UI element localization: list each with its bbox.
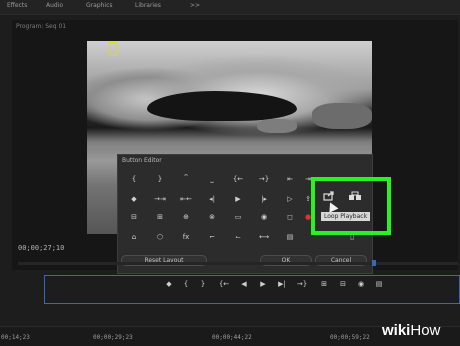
- multi-camera-icon[interactable]: ▤: [279, 230, 301, 244]
- tooltip: Loop Playback: [321, 212, 371, 221]
- current-timecode: 00;00;27;10: [18, 244, 65, 252]
- ruler-timecode: 00;14;23: [1, 334, 30, 341]
- clear-in-icon[interactable]: ⎵: [201, 172, 223, 186]
- go-to-out-icon[interactable]: →}: [253, 172, 275, 186]
- insert-icon[interactable]: ⊟: [123, 210, 145, 224]
- tab-overflow[interactable]: >>: [190, 2, 200, 9]
- play-icon[interactable]: ▶: [257, 278, 269, 289]
- fx-icon[interactable]: fx: [175, 230, 197, 244]
- mark-in-icon[interactable]: {: [123, 172, 145, 186]
- loop-playback-icon[interactable]: [318, 189, 340, 203]
- go-to-previous-marker-icon[interactable]: ⇤←: [175, 192, 197, 206]
- step-back-icon[interactable]: ◀: [238, 278, 250, 289]
- snap-guides-icon[interactable]: ⟷: [253, 230, 275, 244]
- watermark-how: How: [410, 322, 441, 339]
- tab-effects[interactable]: Effects: [7, 2, 27, 9]
- comparison-view-icon[interactable]: ▤: [373, 278, 385, 289]
- rock: [312, 103, 372, 129]
- export-frame-icon[interactable]: ◉: [253, 210, 275, 224]
- workspace-tabs: Effects Audio Graphics Libraries >>: [0, 0, 460, 15]
- ruler-timecode: 00;00;29;23: [93, 334, 133, 341]
- watermark-wiki: wiki: [382, 322, 411, 339]
- multi-cam-icon: [349, 191, 361, 200]
- wikihow-watermark: wikiHow: [382, 322, 440, 339]
- go-to-in-icon[interactable]: {←: [227, 172, 249, 186]
- export-frame-icon[interactable]: ◉: [355, 278, 367, 289]
- ruler-timecode: 00;00;59;22: [330, 334, 370, 341]
- go-to-in-icon[interactable]: {←: [218, 278, 230, 289]
- transmit-icon[interactable]: ⌐: [201, 230, 223, 244]
- comparison-view-icon[interactable]: ▭: [227, 210, 249, 224]
- proxy-icon[interactable]: ⬡: [149, 230, 171, 244]
- step-back-icon[interactable]: ◂|: [201, 192, 223, 206]
- tab-graphics[interactable]: Graphics: [86, 2, 113, 9]
- vr-video-icon[interactable]: ⌂: [123, 230, 145, 244]
- go-to-out-icon[interactable]: →}: [296, 278, 308, 289]
- marker-box: [109, 42, 117, 56]
- mark-out-icon[interactable]: }: [197, 278, 209, 289]
- playback-controls: [44, 275, 460, 304]
- tab-libraries[interactable]: Libraries: [135, 2, 161, 9]
- mark-out-icon[interactable]: }: [149, 172, 171, 186]
- show-rulers-icon[interactable]: ⌙: [227, 230, 249, 244]
- add-marker-icon[interactable]: ◆: [123, 192, 145, 206]
- tab-audio[interactable]: Audio: [46, 2, 63, 9]
- playhead[interactable]: [372, 260, 376, 266]
- add-marker-icon[interactable]: ◆: [163, 278, 175, 289]
- dialog-title: Button Editor: [122, 157, 162, 164]
- trim-icon[interactable]: ⊗: [201, 210, 223, 224]
- multi-cam-playback-icon[interactable]: [344, 189, 366, 203]
- highlight-box: [311, 177, 391, 235]
- insert-icon[interactable]: ⊞: [318, 278, 330, 289]
- safe-margins-icon[interactable]: ⊕: [175, 210, 197, 224]
- ruler-timecode: 00;00;44;22: [212, 334, 252, 341]
- overwrite-icon[interactable]: ⊞: [149, 210, 171, 224]
- go-to-next-marker-icon[interactable]: →⇥: [149, 192, 171, 206]
- scrub-bar[interactable]: [18, 262, 458, 265]
- mark-in-icon[interactable]: {: [180, 278, 192, 289]
- rock: [257, 119, 297, 133]
- step-forward-icon[interactable]: ▶|: [276, 278, 288, 289]
- loop-playback-icon: [323, 191, 334, 201]
- mark-clip-icon[interactable]: ⎴: [175, 172, 197, 186]
- overwrite-icon[interactable]: ⊟: [337, 278, 349, 289]
- play-icon[interactable]: ▶: [227, 192, 249, 206]
- cave-shadow: [147, 91, 297, 121]
- step-forward-icon[interactable]: |▸: [253, 192, 275, 206]
- monitor-title: Program: Seq 01: [16, 23, 67, 30]
